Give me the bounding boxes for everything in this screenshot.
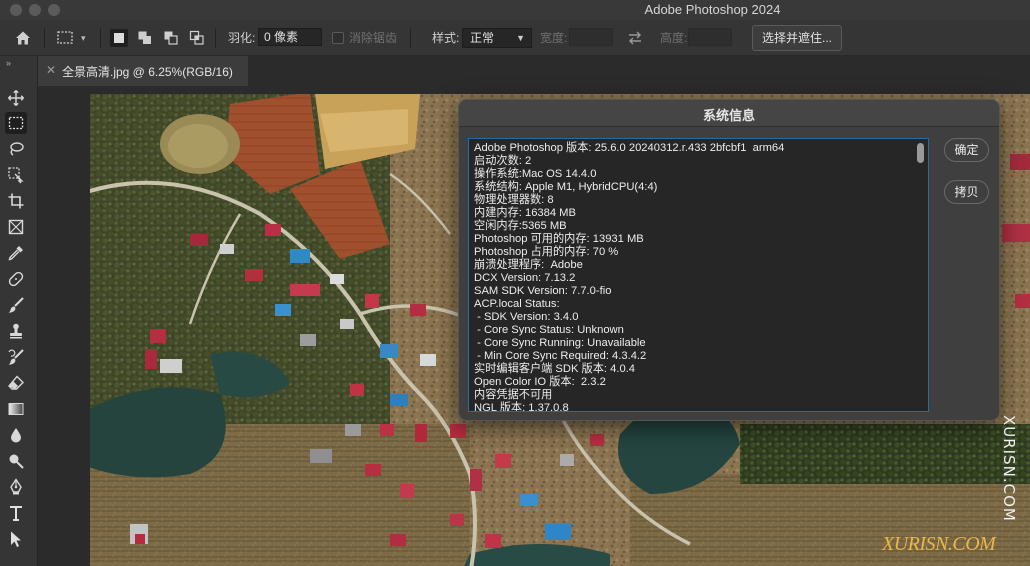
blur-tool-icon[interactable] — [5, 424, 27, 446]
subtract-from-selection-icon[interactable] — [162, 29, 180, 47]
marquee-tool-icon[interactable] — [5, 112, 27, 134]
eyedropper-tool-icon[interactable] — [5, 242, 27, 264]
chevron-down-icon[interactable]: ▾ — [81, 28, 86, 48]
collapse-panel-icon[interactable]: » — [6, 58, 11, 68]
healing-brush-tool-icon[interactable] — [5, 268, 27, 290]
style-label: 样式: — [432, 31, 460, 45]
dialog-title: 系统信息 — [702, 108, 755, 123]
dodge-tool-icon[interactable] — [5, 450, 27, 472]
width-label: 宽度: — [540, 31, 568, 45]
swap-width-height-icon[interactable] — [626, 29, 644, 47]
info-line: - Core Sync Status: Unknown — [474, 324, 624, 336]
document-tab-bar: ✕ 全景高清.jpg @ 6.25%(RGB/16) — [38, 56, 1030, 86]
info-line: - SDK Version: 3.4.0 — [474, 311, 579, 323]
height-input[interactable] — [688, 28, 732, 46]
antialias-checkbox[interactable] — [332, 32, 344, 44]
info-line: DCX Version: 7.13.2 — [474, 272, 576, 284]
style-select[interactable]: 正常 ▼ — [462, 28, 532, 48]
info-line: NGL 版本: 1.37.0.8 — [474, 402, 569, 412]
info-line: Photoshop 占用的内存: 70 % — [474, 246, 619, 258]
vertical-watermark: XURISN.COM — [990, 415, 1030, 535]
path-selection-tool-icon[interactable] — [5, 528, 27, 550]
info-line: SAM SDK Version: 7.7.0-fio — [474, 285, 612, 297]
home-icon[interactable] — [14, 29, 32, 47]
move-tool-icon[interactable] — [5, 87, 27, 109]
info-line: 操作系统:Mac OS 14.4.0 — [474, 168, 597, 180]
info-line: Photoshop 可用的内存: 13931 MB — [474, 233, 644, 245]
info-line: Open Color IO 版本: 2.3.2 — [474, 376, 606, 388]
clone-stamp-tool-icon[interactable] — [5, 320, 27, 342]
gradient-tool-icon[interactable] — [5, 398, 27, 420]
feather-label: 羽化: — [228, 31, 256, 45]
select-and-mask-button[interactable]: 选择并遮住... — [752, 25, 843, 51]
tools-panel: » — [0, 56, 38, 566]
window-title-bar: Adobe Photoshop 2024 — [0, 0, 1030, 20]
antialias-label: 消除锯齿 — [349, 31, 398, 45]
height-label: 高度: — [660, 31, 688, 45]
info-line: 启动次数: 2 — [474, 155, 532, 167]
info-line: - Core Sync Running: Unavailable — [474, 337, 646, 349]
object-selection-tool-icon[interactable] — [5, 164, 27, 186]
info-line: 空闲内存:5365 MB — [474, 220, 567, 232]
intersect-selection-icon[interactable] — [188, 29, 206, 47]
info-line: 内容凭据不可用 — [474, 389, 553, 401]
info-line: ACP.local Status: — [474, 298, 560, 310]
info-line: 实时编辑客户端 SDK 版本: 4.0.4 — [474, 363, 636, 375]
copy-button[interactable]: 拷贝 — [944, 180, 989, 204]
system-info-dialog: 系统信息 Adobe Photoshop 版本: 25.6.0 20240312… — [458, 99, 1000, 421]
crop-tool-icon[interactable] — [5, 190, 27, 212]
app-title: Adobe Photoshop 2024 — [644, 2, 781, 17]
document-tab-title: 全景高清.jpg @ 6.25%(RGB/16) — [62, 65, 233, 79]
options-bar: ▾ 羽化: 0 像素 消除锯齿 样式: 正常 ▼ 宽度: 高度: 选择并遮住..… — [0, 20, 1030, 56]
style-select-value: 正常 — [470, 31, 495, 45]
ok-button[interactable]: 确定 — [944, 138, 989, 162]
document-tab[interactable]: ✕ 全景高清.jpg @ 6.25%(RGB/16) — [38, 56, 248, 86]
system-info-text-area[interactable]: Adobe Photoshop 版本: 25.6.0 20240312.r.43… — [468, 138, 929, 412]
brush-tool-icon[interactable] — [5, 294, 27, 316]
feather-input[interactable]: 0 像素 — [258, 28, 322, 46]
lasso-tool-icon[interactable] — [5, 138, 27, 160]
dialog-title-bar: 系统信息 — [459, 100, 999, 127]
bottom-watermark: XURISN.COM — [882, 533, 996, 555]
rect-marquee-preset-icon[interactable] — [56, 29, 74, 47]
width-input[interactable] — [569, 28, 613, 46]
vertical-watermark-text: XURISN.COM — [1000, 415, 1018, 522]
history-brush-tool-icon[interactable] — [5, 346, 27, 368]
info-line: 系统结构: Apple M1, HybridCPU(4:4) — [474, 181, 658, 193]
type-tool-icon[interactable] — [5, 502, 27, 524]
info-line: 物理处理器数: 8 — [474, 194, 554, 206]
info-line: - Min Core Sync Required: 4.3.4.2 — [474, 350, 647, 362]
frame-tool-icon[interactable] — [5, 216, 27, 238]
eraser-tool-icon[interactable] — [5, 372, 27, 394]
add-to-selection-icon[interactable] — [136, 29, 154, 47]
system-info-lines: Adobe Photoshop 版本: 25.6.0 20240312.r.43… — [474, 142, 914, 412]
new-selection-icon[interactable] — [110, 29, 128, 47]
info-line: 内建内存: 16384 MB — [474, 207, 576, 219]
scrollbar-thumb[interactable] — [917, 143, 924, 163]
info-line: 崩溃处理程序: Adobe — [474, 259, 583, 271]
close-tab-icon[interactable]: ✕ — [46, 63, 56, 77]
chevron-down-icon: ▼ — [516, 33, 525, 43]
pen-tool-icon[interactable] — [5, 476, 27, 498]
info-line: Adobe Photoshop 版本: 25.6.0 20240312.r.43… — [474, 142, 785, 154]
info-scrollbar[interactable] — [916, 141, 925, 409]
